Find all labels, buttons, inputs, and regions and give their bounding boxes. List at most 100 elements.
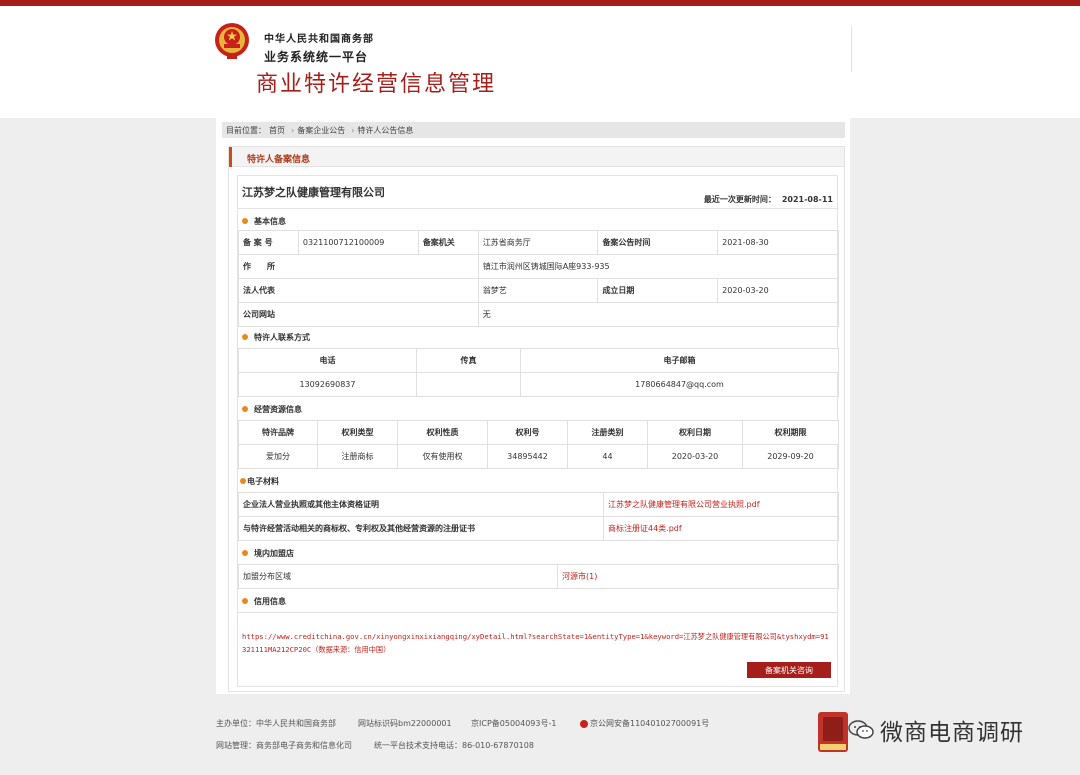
breadcrumb-separator-icon: › bbox=[291, 125, 295, 135]
col-right-type: 权利类型 bbox=[317, 420, 398, 445]
right-type-value: 注册商标 bbox=[317, 444, 398, 469]
phone-header: 电话 bbox=[238, 348, 417, 373]
site-header: 中华人民共和国商务部 业务系统统一平台 商业特许经营信息管理 bbox=[0, 6, 1080, 118]
section-basic-info: 基本信息 bbox=[242, 214, 286, 228]
wechat-account-name: 微商电商调研 bbox=[880, 720, 1024, 746]
platform-name: 业务系统统一平台 bbox=[264, 50, 369, 64]
footer-icp[interactable]: 京ICP备05004093号-1 bbox=[471, 718, 556, 729]
material-label: 与特许经营活动相关的商标权、专利权及其他经营资源的注册证书 bbox=[238, 516, 604, 541]
wechat-icon bbox=[848, 720, 874, 739]
main-container: 目前位置： 首页 › 备案企业公告 › 特许人公告信息 特许人备案信息 江苏梦之… bbox=[216, 118, 850, 694]
website-label: 公司网站 bbox=[238, 302, 479, 327]
basic-info-table: 备 案 号 0321100712100009 备案机关 江苏省商务厅 备案公告时… bbox=[238, 230, 840, 327]
company-name: 江苏梦之队健康管理有限公司 bbox=[242, 186, 385, 199]
wechat-watermark: 微商电商调研 bbox=[848, 713, 1024, 747]
contact-table: 电话 传真 电子邮箱 13092690837 1780664847@qq.com bbox=[238, 348, 839, 397]
breadcrumb-prefix: 目前位置： bbox=[226, 125, 266, 135]
breadcrumb: 目前位置： 首页 › 备案企业公告 › 特许人公告信息 bbox=[222, 122, 845, 138]
col-reg-class: 注册类别 bbox=[567, 420, 648, 445]
address-label: 作 所 bbox=[238, 254, 479, 279]
materials-table: 企业法人营业执照或其他主体资格证明 江苏梦之队健康管理有限公司营业执照.pdf … bbox=[238, 492, 839, 541]
record-no-value: 0321100712100009 bbox=[297, 230, 419, 255]
legal-rep-label: 法人代表 bbox=[238, 278, 479, 303]
address-value: 镇江市润州区铸城国际A座933-935 bbox=[477, 254, 840, 279]
authority-label: 备案机关 bbox=[417, 230, 479, 255]
panel-tab: 特许人备案信息 bbox=[229, 147, 844, 167]
reg-class-value: 44 bbox=[567, 444, 648, 469]
section-title: 境内加盟店 bbox=[254, 548, 294, 558]
breadcrumb-home[interactable]: 首页 bbox=[269, 125, 285, 136]
resources-table: 特许品牌 权利类型 权利性质 权利号 注册类别 权利日期 权利期限 爱加分 注册… bbox=[238, 420, 839, 469]
section-title: 经营资源信息 bbox=[254, 404, 302, 414]
police-badge-icon bbox=[580, 719, 588, 728]
panel-tab-marker bbox=[229, 147, 232, 167]
col-right-date: 权利日期 bbox=[647, 420, 743, 445]
record-no-label: 备 案 号 bbox=[238, 230, 299, 255]
material-label: 企业法人营业执照或其他主体资格证明 bbox=[238, 492, 604, 517]
stores-region-link[interactable]: 河源市(1) bbox=[557, 564, 839, 589]
section-materials: 电子材料 bbox=[240, 474, 279, 488]
section-resources: 经营资源信息 bbox=[242, 402, 302, 416]
ministry-logo-icon bbox=[818, 712, 848, 752]
col-right-term: 权利期限 bbox=[742, 420, 839, 445]
authority-inquiry-button[interactable]: 备案机关咨询 bbox=[747, 662, 831, 678]
footer-host: 主办单位：中华人民共和国商务部 bbox=[216, 719, 336, 728]
footer-manage: 网站管理：商务部电子商务和信息化司 bbox=[216, 741, 352, 750]
footer-support: 统一平台技术支持电话：86-010-67870108 bbox=[374, 741, 534, 750]
fax-value bbox=[416, 372, 521, 397]
legal-rep-value: 翁梦艺 bbox=[477, 278, 599, 303]
founded-value: 2020-03-20 bbox=[717, 278, 839, 303]
section-title: 电子材料 bbox=[247, 476, 279, 486]
right-term-value: 2029-09-20 bbox=[742, 444, 839, 469]
last-updated: 最近一次更新时间： 2021-08-11 bbox=[704, 194, 833, 205]
brand-value: 爱加分 bbox=[238, 444, 318, 469]
breadcrumb-announcements[interactable]: 备案企业公告 bbox=[297, 125, 345, 136]
fax-header: 传真 bbox=[416, 348, 521, 373]
right-date-value: 2020-03-20 bbox=[647, 444, 743, 469]
title-divider bbox=[238, 208, 837, 209]
section-title: 信用信息 bbox=[254, 596, 286, 606]
bullet-dot-icon bbox=[242, 218, 248, 224]
last-updated-value: 2021-08-11 bbox=[781, 195, 833, 204]
bullet-dot-icon bbox=[242, 406, 248, 412]
founded-label: 成立日期 bbox=[597, 278, 719, 303]
header-divider bbox=[851, 26, 852, 72]
section-contact: 特许人联系方式 bbox=[242, 330, 310, 344]
section-stores: 境内加盟店 bbox=[242, 546, 294, 560]
right-number-value: 34895442 bbox=[487, 444, 568, 469]
credit-link[interactable]: https://www.creditchina.gov.cn/xinyongxi… bbox=[242, 630, 832, 656]
stores-label: 加盟分布区域 bbox=[238, 564, 558, 589]
right-nature-value: 仅有使用权 bbox=[397, 444, 488, 469]
material-file-link[interactable]: 江苏梦之队健康管理有限公司营业执照.pdf bbox=[603, 492, 839, 517]
table-row: 爱加分 注册商标 仅有使用权 34895442 44 2020-03-20 20… bbox=[238, 444, 839, 469]
national-emblem-icon bbox=[215, 23, 249, 59]
ministry-name: 中华人民共和国商务部 bbox=[264, 34, 374, 45]
footer-police-record[interactable]: 京公网安备11040102700091号 bbox=[580, 718, 709, 729]
section-credit: 信用信息 bbox=[242, 594, 286, 608]
material-file-link[interactable]: 商标注册证44类.pdf bbox=[603, 516, 839, 541]
col-brand: 特许品牌 bbox=[238, 420, 318, 445]
breadcrumb-separator-icon: › bbox=[351, 125, 355, 135]
website-value: 无 bbox=[477, 302, 840, 327]
email-value: 1780664847@qq.com bbox=[520, 372, 839, 397]
footer-site-code: 网站标识码bm22000001 bbox=[358, 719, 452, 728]
record-detail: 江苏梦之队健康管理有限公司 最近一次更新时间： 2021-08-11 基本信息 备… bbox=[237, 175, 840, 687]
bullet-dot-icon bbox=[242, 598, 248, 604]
stores-table: 加盟分布区域 河源市(1) bbox=[238, 564, 839, 589]
record-panel: 特许人备案信息 江苏梦之队健康管理有限公司 最近一次更新时间： 2021-08-1… bbox=[228, 146, 845, 692]
authority-value: 江苏省商务厅 bbox=[477, 230, 599, 255]
phone-value: 13092690837 bbox=[238, 372, 417, 397]
announce-label: 备案公告时间 bbox=[597, 230, 719, 255]
list-item: 与特许经营活动相关的商标权、专利权及其他经营资源的注册证书 商标注册证44类.p… bbox=[238, 516, 839, 541]
footer-police-text: 京公网安备11040102700091号 bbox=[590, 719, 710, 728]
bullet-dot-icon bbox=[240, 478, 246, 484]
bullet-dot-icon bbox=[242, 334, 248, 340]
section-title: 基本信息 bbox=[254, 216, 286, 226]
list-item: 企业法人营业执照或其他主体资格证明 江苏梦之队健康管理有限公司营业执照.pdf bbox=[238, 492, 839, 517]
col-right-number: 权利号 bbox=[487, 420, 568, 445]
bullet-dot-icon bbox=[242, 550, 248, 556]
system-title: 商业特许经营信息管理 bbox=[256, 72, 497, 97]
last-updated-label: 最近一次更新时间： bbox=[703, 195, 776, 204]
col-right-nature: 权利性质 bbox=[397, 420, 488, 445]
email-header: 电子邮箱 bbox=[520, 348, 839, 373]
